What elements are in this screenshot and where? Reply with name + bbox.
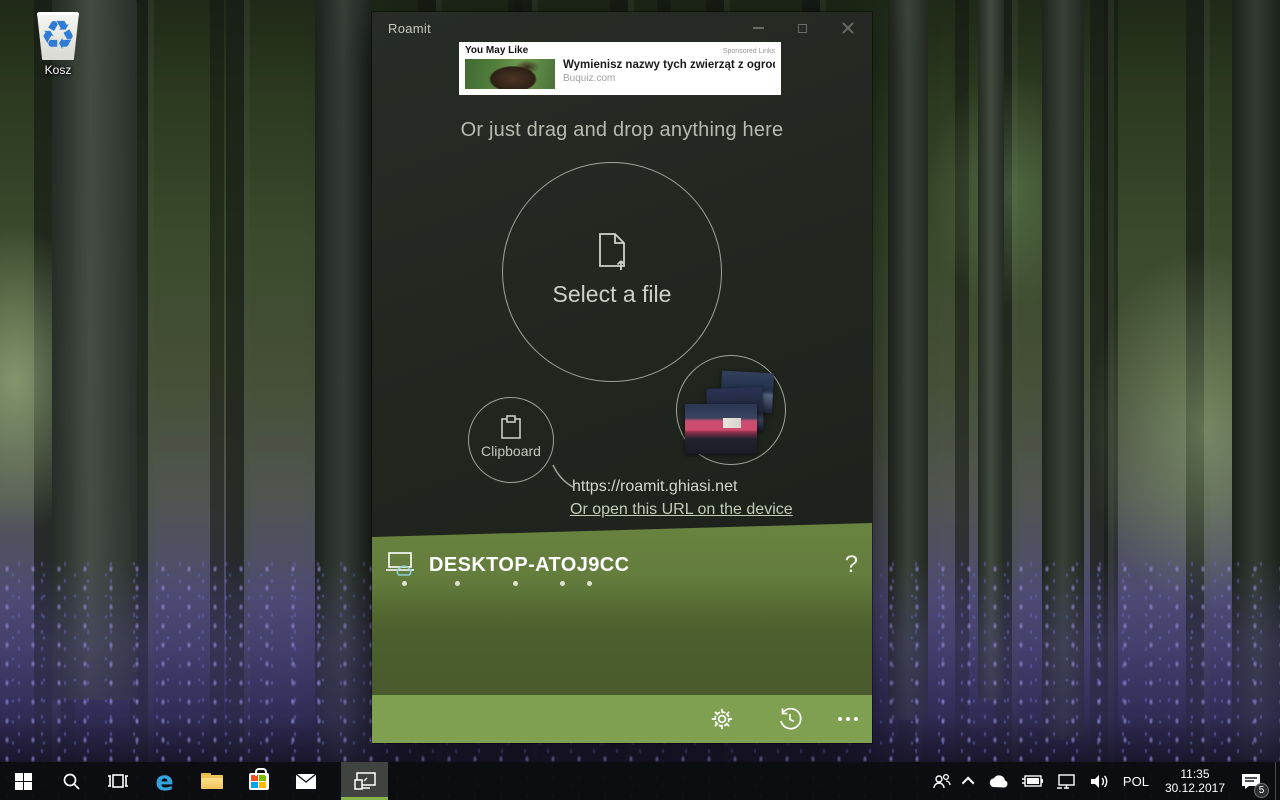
- store-button[interactable]: [235, 762, 282, 800]
- window-title: Roamit: [388, 21, 431, 36]
- network-button[interactable]: [1053, 762, 1081, 800]
- more-button[interactable]: [828, 699, 868, 739]
- language-indicator[interactable]: POL: [1119, 762, 1153, 800]
- onedrive-button[interactable]: [984, 762, 1012, 800]
- device-panel: DESKTOP-ATOJ9CC ?: [372, 523, 872, 743]
- open-url-link[interactable]: Or open this URL on the device: [570, 501, 793, 519]
- mail-icon: [295, 773, 316, 789]
- volume-button[interactable]: [1087, 762, 1113, 800]
- windows-logo-icon: [15, 772, 32, 790]
- notification-badge: 5: [1254, 783, 1269, 798]
- action-center-button[interactable]: 5: [1237, 762, 1269, 800]
- cloud-icon: [989, 774, 1008, 787]
- recycle-bin-label: Kosz: [44, 63, 72, 77]
- battery-charging-icon: [1021, 775, 1043, 787]
- file-explorer-button[interactable]: [188, 762, 235, 800]
- share-url: https://roamit.ghiasi.net: [572, 478, 738, 495]
- device-area[interactable]: DESKTOP-ATOJ9CC ?: [372, 523, 872, 695]
- mail-button[interactable]: [282, 762, 329, 800]
- search-button[interactable]: [47, 762, 94, 800]
- roamit-window: Roamit You May Like Sponsored Links Wymi…: [372, 12, 872, 743]
- ad-section-label: You May Like: [465, 45, 529, 56]
- ad-banner[interactable]: You May Like Sponsored Links Wymienisz n…: [459, 42, 781, 95]
- maximize-button[interactable]: [786, 16, 818, 40]
- photo-thumbnail: [685, 404, 757, 454]
- ad-sponsored-label: Sponsored Links: [722, 48, 775, 55]
- recycle-bin-icon: ♻: [36, 12, 80, 60]
- clipboard-label: Clipboard: [481, 443, 541, 459]
- clock[interactable]: 11:35 30.12.2017: [1159, 762, 1231, 800]
- close-button[interactable]: [832, 16, 864, 40]
- search-icon: [63, 773, 80, 790]
- speaker-icon: [1090, 774, 1108, 788]
- clipboard-icon: [469, 415, 553, 440]
- edge-button[interactable]: e: [141, 762, 188, 800]
- help-icon[interactable]: ?: [845, 551, 858, 579]
- select-file-label: Select a file: [552, 281, 672, 307]
- ethernet-icon: [1056, 773, 1075, 789]
- gear-icon: [711, 708, 733, 730]
- history-button[interactable]: [770, 699, 810, 739]
- chevron-up-icon: [961, 776, 975, 789]
- ellipsis-icon: [838, 717, 858, 721]
- ad-source: Buquiz.com: [563, 73, 616, 84]
- people-button[interactable]: [929, 762, 955, 800]
- photos-button[interactable]: [676, 355, 786, 465]
- select-file-button[interactable]: Select a file: [502, 162, 722, 382]
- task-view-icon: [107, 774, 128, 788]
- people-icon: [933, 773, 951, 789]
- history-icon: [780, 707, 802, 730]
- close-icon: [842, 22, 854, 34]
- taskbar: e POL 11:35 30.12.2017 5: [0, 762, 1280, 800]
- date: 30.12.2017: [1164, 781, 1225, 795]
- minimize-icon: [752, 27, 764, 29]
- drag-drop-hint: Or just drag and drop anything here: [460, 119, 784, 141]
- settings-button[interactable]: [702, 699, 742, 739]
- device-name: DESKTOP-ATOJ9CC: [429, 553, 630, 576]
- ad-headline[interactable]: Wymienisz nazwy tych zwierząt z ogrodów …: [563, 59, 775, 71]
- titlebar[interactable]: Roamit: [372, 12, 872, 44]
- recycle-bin-shortcut[interactable]: ♻ Kosz: [24, 12, 92, 77]
- task-view-button[interactable]: [94, 762, 141, 800]
- battery-button[interactable]: [1018, 762, 1047, 800]
- file-upload-icon: [503, 233, 721, 271]
- hidden-icons-button[interactable]: [961, 762, 978, 800]
- file-explorer-icon: [200, 773, 223, 789]
- command-bar: [372, 695, 872, 743]
- start-button[interactable]: [0, 762, 47, 800]
- progress-dots: [372, 581, 872, 587]
- clipboard-button[interactable]: Clipboard: [468, 397, 554, 483]
- time: 11:35: [1180, 767, 1210, 781]
- edge-icon: e: [155, 765, 174, 797]
- roamit-taskbar-button[interactable]: [341, 762, 388, 800]
- ad-thumbnail-image[interactable]: [465, 59, 555, 89]
- laptop-cloud-icon: [386, 552, 414, 576]
- show-desktop-button[interactable]: [1275, 762, 1276, 800]
- maximize-icon: [797, 23, 807, 33]
- store-icon: [248, 767, 269, 790]
- roamit-app-icon: [353, 772, 376, 790]
- minimize-button[interactable]: [742, 16, 774, 40]
- device-row[interactable]: DESKTOP-ATOJ9CC ?: [385, 547, 858, 583]
